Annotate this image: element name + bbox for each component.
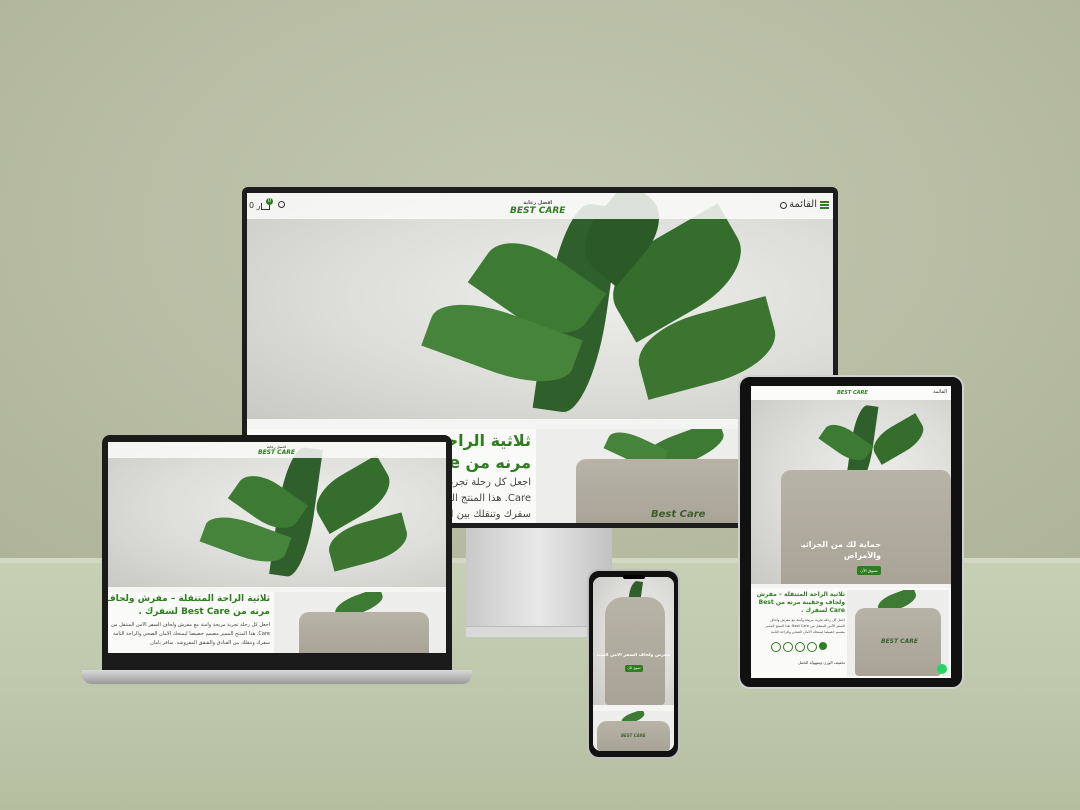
laptop-product-section: ثلاثية الراحة المتنقلة – مفرش ولحاف وحقي…: [108, 592, 446, 653]
laptop-desc-line3: سفرك وتنقلك بين الفنادق والشقق المفروشة.…: [150, 640, 270, 646]
bag-print: Best Care: [651, 509, 706, 520]
user-icon[interactable]: [278, 201, 285, 208]
laptop-logo[interactable]: افضل رعاية BEST CARE: [258, 444, 295, 456]
desktop-navbar: القائمة افضل رعاية BEST CARE 0 ر 0: [247, 193, 833, 219]
hamburger-menu-icon[interactable]: [820, 201, 829, 209]
whatsapp-icon[interactable]: [937, 664, 947, 674]
product-desc-line1: اجعل كل رحلة تجربة م: [441, 477, 531, 488]
site-logo[interactable]: افضل رعاية BEST CARE: [510, 199, 565, 216]
laptop-title-line1: ثلاثية الراحة المتنقلة – مفرش ولحاف وحقي…: [108, 594, 270, 604]
product-title-line2: مرنه من Best Care: [441, 453, 531, 472]
tablet-desc-line3: مصمم خصيصاً ليمنحك الأمان الصحي والراحة …: [770, 630, 845, 634]
phone-notch: [623, 575, 645, 579]
tablet-title-line2: ولحاف وحقيبة مرنه من Best: [758, 599, 845, 606]
tablet-screen: القائمة BEST CARE حماية لك من الجراثيم و…: [751, 386, 951, 678]
tablet-title-line1: ثلاثية الراحة المتنقلة – مفرش: [756, 591, 845, 598]
product-desc-line3: سفرك وتنقلك بين ال: [443, 509, 531, 520]
phone-hero-image: مفرش ولحاف السفر الامن المتنقل تسوق الآن: [593, 577, 674, 705]
tablet-hero-button[interactable]: تسوق الآن: [857, 566, 881, 575]
social-icon-3[interactable]: [795, 642, 805, 652]
tablet-menu-label[interactable]: القائمة: [933, 389, 947, 395]
laptop-screen: افضل رعاية BEST CARE ثلاثية الراحة المتن…: [108, 442, 446, 653]
tablet-hero-text-line1: حماية لك من الجراثيم: [801, 540, 881, 549]
laptop-base: [82, 670, 472, 684]
laptop-hero-image: [108, 442, 446, 587]
social-icon-5[interactable]: [819, 642, 827, 650]
laptop-title-line2: مرنه من Best Care لسفرك .: [138, 607, 271, 617]
phone-hero-text: مفرش ولحاف السفر الامن المتنقل: [597, 653, 670, 658]
social-icon-1[interactable]: [771, 642, 781, 652]
laptop: افضل رعاية BEST CARE ثلاثية الراحة المتن…: [102, 435, 452, 672]
tablet-footer-text: تخفيف الوزن وسهولة الحمل: [798, 660, 845, 665]
tablet-hero-image: حماية لك من الجراثيم والأمراض تسوق الآن: [751, 400, 951, 584]
tablet-title-line3: Care لسفرك .: [801, 607, 845, 614]
phone-screen: مفرش ولحاف السفر الامن المتنقل تسوق الآن…: [593, 577, 674, 751]
tablet-desc-line2: السفر الآمن المتنقل من Best Care. هذا ال…: [765, 624, 845, 628]
laptop-desc-line2: Care. هذا المنتج المميز مصمم خصيصاً ليمن…: [113, 631, 270, 637]
tablet: القائمة BEST CARE حماية لك من الجراثيم و…: [738, 375, 964, 689]
cart-badge: 0: [266, 198, 273, 205]
phone-bag-print: BEST CARE: [621, 733, 646, 738]
laptop-desc-line1: اجعل كل رحلة تجربة مريحة وآمنة مع مفرش و…: [111, 622, 270, 628]
social-icon-2[interactable]: [783, 642, 793, 652]
search-icon[interactable]: [780, 202, 787, 209]
social-icon-4[interactable]: [807, 642, 817, 652]
tablet-navbar: القائمة BEST CARE: [751, 386, 951, 400]
laptop-product-image: [274, 592, 446, 653]
tablet-logo[interactable]: BEST CARE: [837, 390, 868, 396]
tablet-desc-line1: اجعل كل رحلة تجربة مريحة وآمنة مع مفرش و…: [769, 618, 845, 622]
phone: مفرش ولحاف السفر الامن المتنقل تسوق الآن…: [587, 569, 680, 759]
tablet-product-section: BEST CARE ثلاثية الراحة المتنقلة – مفرش …: [751, 588, 951, 678]
phone-hero-button[interactable]: تسوق الآن: [625, 665, 643, 672]
menu-label[interactable]: القائمة: [789, 199, 817, 210]
tablet-product-image: BEST CARE: [847, 590, 949, 676]
phone-product-image: BEST CARE: [593, 711, 674, 751]
laptop-navbar: افضل رعاية BEST CARE: [108, 442, 446, 458]
product-desc-line2: Care. هذا المنتج الم: [445, 493, 531, 504]
tablet-bag-print: BEST CARE: [881, 638, 918, 645]
product-title-line1: ثلاثية الراحة: [441, 431, 531, 450]
cart-total: ر 0: [249, 201, 261, 210]
tablet-hero-text-line2: والأمراض: [843, 551, 881, 560]
